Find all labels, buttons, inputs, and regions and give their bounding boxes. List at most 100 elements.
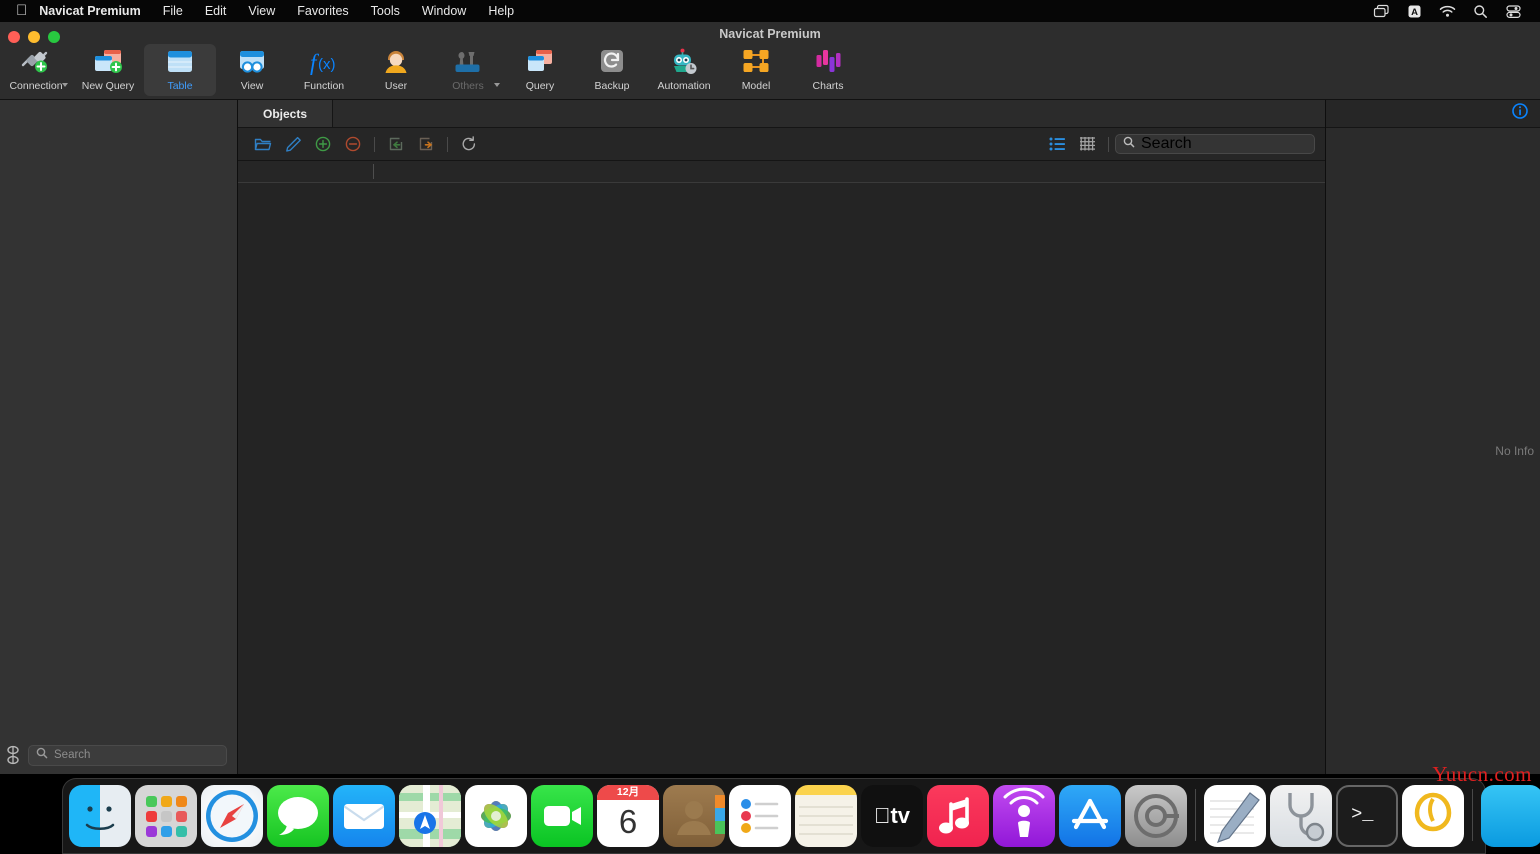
toolbar-query-button[interactable]: Query (504, 44, 576, 96)
navicat-window: Navicat Premium Connection New Query Tab… (0, 22, 1540, 774)
menu-bar-status-area: A (1373, 4, 1532, 19)
calendar-day-label: 6 (618, 803, 638, 840)
info-panel: No Info (1326, 100, 1540, 774)
dock-notes[interactable] (795, 785, 857, 847)
toolbar-others-button[interactable]: Others (432, 44, 504, 96)
dock-appstore[interactable] (1059, 785, 1121, 847)
grid-view-icon[interactable] (1072, 132, 1102, 156)
toolbar-label: Charts (812, 80, 844, 92)
sidebar-search-input[interactable]: Search (28, 744, 227, 766)
tab-objects[interactable]: Objects (238, 100, 333, 127)
dock-finder[interactable] (69, 785, 131, 847)
object-list[interactable] (238, 183, 1325, 774)
info-circle-icon[interactable] (1512, 103, 1528, 124)
refresh-icon[interactable] (454, 132, 484, 156)
user-icon (382, 47, 410, 77)
chevron-down-icon[interactable] (494, 83, 500, 87)
connections-tree[interactable] (0, 100, 237, 738)
info-panel-body: No Info (1326, 128, 1540, 774)
plus-circle-icon[interactable] (308, 132, 338, 156)
menu-favorites[interactable]: Favorites (286, 0, 359, 22)
minus-circle-icon[interactable] (338, 132, 368, 156)
toolbar-model-button[interactable]: Model (720, 44, 792, 96)
toolbar-new-query-button[interactable]: New Query (72, 44, 144, 96)
toolbar-divider (1108, 136, 1109, 152)
pencil-icon[interactable] (278, 132, 308, 156)
dock-separator (1195, 789, 1196, 841)
import-arrow-icon[interactable] (381, 132, 411, 156)
toolbar-label: Function (303, 80, 345, 92)
toolbar-backup-button[interactable]: Backup (576, 44, 648, 96)
toolbar-label: Automation (657, 80, 711, 92)
object-search-input[interactable]: Search (1115, 134, 1315, 154)
dock-calendar[interactable]: 12月 6 (597, 785, 659, 847)
dock-messages[interactable] (267, 785, 329, 847)
info-panel-header (1326, 100, 1540, 128)
svg-text:(x): (x) (318, 56, 336, 73)
export-arrow-icon[interactable] (411, 132, 441, 156)
control-center-icon[interactable] (1505, 4, 1522, 19)
dock-contacts[interactable] (663, 785, 725, 847)
column-resize-handle[interactable] (373, 164, 374, 179)
toolbar-view-button[interactable]: View (216, 44, 288, 96)
menu-navicat-premium[interactable]: Navicat Premium (39, 0, 151, 22)
dock-podcasts[interactable] (993, 785, 1055, 847)
menu-edit[interactable]: Edit (194, 0, 238, 22)
sidebar-search-placeholder: Search (54, 749, 91, 761)
dock-separator (1472, 789, 1473, 841)
info-panel-empty-text: No Info (1495, 444, 1534, 458)
dock-photos[interactable] (465, 785, 527, 847)
menu-view[interactable]: View (237, 0, 286, 22)
sidebar-footer: Search (0, 738, 237, 774)
dock-music[interactable] (927, 785, 989, 847)
dock-blue-app[interactable] (1481, 785, 1540, 847)
macos-dock: 12月 6 tv >_ (62, 778, 1540, 854)
toolbar-divider (374, 136, 375, 152)
toolbar-charts-button[interactable]: Charts (792, 44, 864, 96)
object-column-header[interactable] (238, 161, 1325, 183)
dock-textedit[interactable] (1204, 785, 1266, 847)
toolbar-label: Backup (594, 80, 630, 92)
toolbar-user-button[interactable]: User (360, 44, 432, 96)
dock-launchpad[interactable] (135, 785, 197, 847)
toolbar-label: Connection (9, 80, 63, 92)
dock-safari[interactable] (201, 785, 263, 847)
toolbar-label: Others (452, 80, 484, 92)
search-icon (1123, 135, 1135, 153)
dock-activity-monitor[interactable] (1270, 785, 1332, 847)
toolbar-automation-button[interactable]: Automation (648, 44, 720, 96)
dock-appletv[interactable]: tv (861, 785, 923, 847)
apple-logo-icon[interactable]:  (16, 3, 27, 18)
menu-help[interactable]: Help (477, 0, 525, 22)
input-source-icon[interactable]: A (1406, 4, 1423, 19)
calendar-month-label: 12月 (616, 786, 640, 798)
dock-maps[interactable] (399, 785, 461, 847)
spotlight-search-icon[interactable] (1472, 4, 1489, 19)
toolbar-function-button[interactable]: f (x) Function (288, 44, 360, 96)
menu-file[interactable]: File (152, 0, 194, 22)
search-icon (36, 746, 48, 764)
toolbar-label: View (240, 80, 264, 92)
toolbar-label: New Query (81, 80, 135, 92)
list-view-icon[interactable] (1042, 132, 1072, 156)
connection-status-icon[interactable] (4, 745, 22, 765)
menu-window[interactable]: Window (411, 0, 477, 22)
toolbar-table-button[interactable]: Table (144, 44, 216, 96)
dock-reminders[interactable] (729, 785, 791, 847)
chevron-down-icon[interactable] (62, 83, 68, 87)
toolbar-label: Model (741, 80, 771, 92)
toolbar-connection-button[interactable]: Connection (0, 44, 72, 96)
screen-mirroring-icon[interactable] (1373, 4, 1390, 19)
macos-dock-area: Yuucn.com 12月 6 tv >_ (0, 762, 1540, 854)
menu-tools[interactable]: Tools (360, 0, 411, 22)
dock-facetime[interactable] (531, 785, 593, 847)
dock-navicat[interactable] (1402, 785, 1464, 847)
dock-mail[interactable] (333, 785, 395, 847)
toolbar-label: User (384, 80, 408, 92)
folder-open-icon[interactable] (248, 132, 278, 156)
dock-settings[interactable] (1125, 785, 1187, 847)
window-titlebar: Navicat Premium Connection New Query Tab… (0, 22, 1540, 100)
dock-terminal[interactable]: >_ (1336, 785, 1398, 847)
wifi-icon[interactable] (1439, 4, 1456, 19)
object-pane: Objects Search (238, 100, 1326, 774)
